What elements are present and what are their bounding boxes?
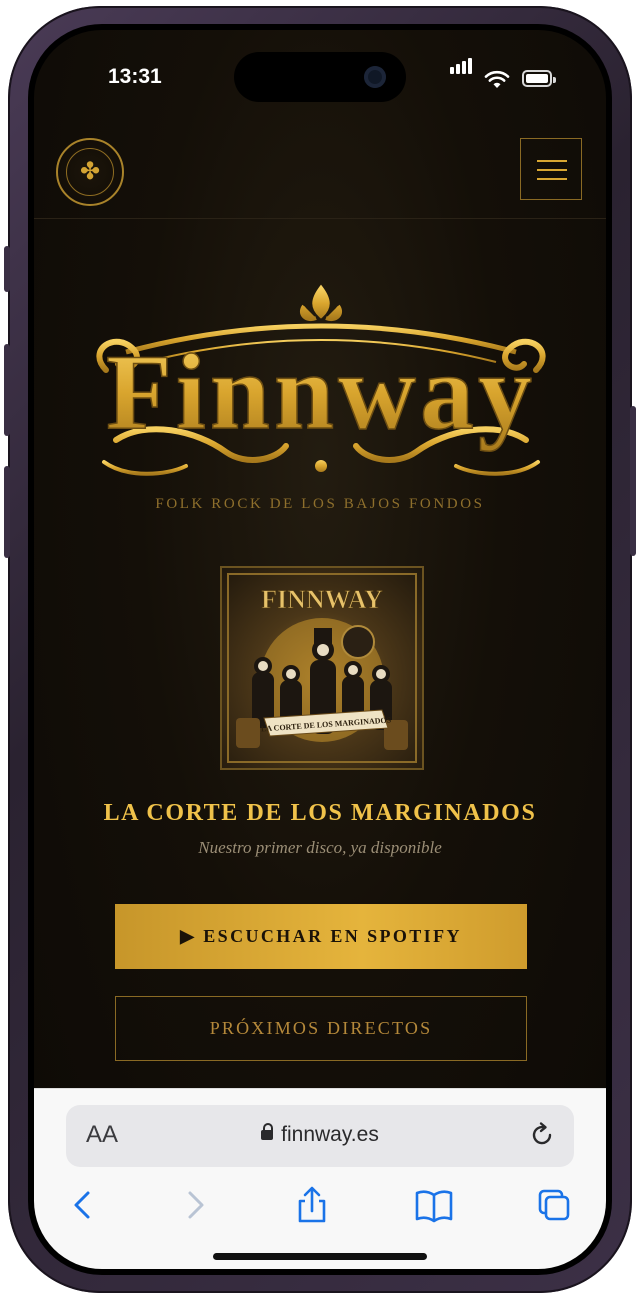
share-icon[interactable] bbox=[292, 1185, 332, 1225]
site-header: ✤ bbox=[34, 130, 606, 219]
volume-down-button bbox=[4, 466, 10, 558]
album-subtitle: Nuestro primer disco, ya disponible bbox=[198, 838, 442, 857]
album-artwork: FINNWAY LA CORTE DE LOS MARGINADOS bbox=[227, 573, 417, 763]
address-bar[interactable]: AA finnway.es bbox=[66, 1105, 574, 1167]
hamburger-menu-button[interactable] bbox=[520, 138, 582, 200]
status-bar: 13:31 bbox=[34, 30, 606, 130]
battery-icon bbox=[522, 70, 556, 87]
bookmarks-icon[interactable] bbox=[414, 1185, 454, 1225]
safari-toolbar: AA finnway.es bbox=[34, 1088, 606, 1269]
upcoming-shows-label: PRÓXIMOS DIRECTOS bbox=[209, 1018, 433, 1038]
album-art-title: FINNWAY bbox=[261, 585, 383, 614]
album-cover-image[interactable]: FINNWAY LA CORTE DE LOS MARGINADOS bbox=[220, 566, 424, 770]
url-display[interactable]: finnway.es bbox=[66, 1123, 574, 1147]
phone-frame: 13:31 ✤ Finnway FOLK ROCK DE LOS BAJOS F… bbox=[4, 6, 636, 1293]
bezel: 13:31 ✤ Finnway FOLK ROCK DE LOS BAJOS F… bbox=[28, 24, 612, 1275]
album-title: LA CORTE DE LOS MARGINADOS bbox=[103, 800, 537, 826]
wifi-icon bbox=[484, 70, 510, 88]
action-button bbox=[4, 246, 10, 292]
lock-icon bbox=[261, 1123, 274, 1140]
reload-icon[interactable] bbox=[528, 1121, 556, 1149]
finnway-logo: Finnway bbox=[96, 284, 546, 476]
power-button bbox=[630, 406, 636, 556]
upcoming-shows-button[interactable]: PRÓXIMOS DIRECTOS bbox=[115, 996, 527, 1061]
camera-icon bbox=[364, 66, 386, 88]
logo-lettering: Finnway bbox=[106, 333, 536, 452]
home-indicator bbox=[213, 1253, 427, 1260]
back-icon[interactable] bbox=[64, 1185, 104, 1225]
volume-up-button bbox=[4, 344, 10, 436]
tagline: FOLK ROCK DE LOS BAJOS FONDOS bbox=[155, 496, 485, 512]
tabs-icon[interactable] bbox=[534, 1185, 574, 1225]
url-text: finnway.es bbox=[281, 1123, 379, 1146]
listen-on-spotify-button[interactable]: ▶ ESCUCHAR EN SPOTIFY bbox=[115, 904, 527, 969]
screen: 13:31 ✤ Finnway FOLK ROCK DE LOS BAJOS F… bbox=[34, 30, 606, 1269]
spotify-button-label: ▶ ESCUCHAR EN SPOTIFY bbox=[180, 926, 462, 946]
status-time: 13:31 bbox=[108, 65, 162, 88]
band-seal-icon[interactable]: ✤ bbox=[56, 138, 124, 206]
forward-icon[interactable] bbox=[174, 1185, 214, 1225]
dynamic-island bbox=[234, 52, 406, 102]
